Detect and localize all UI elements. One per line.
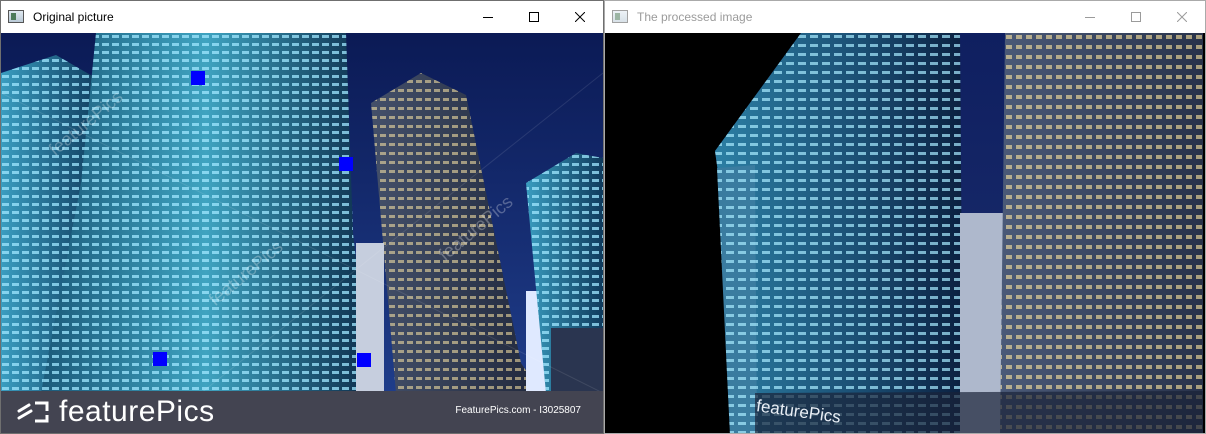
minimize-icon [1085,16,1095,18]
watermark-banner: featurePics FeaturePics.com - I3025807 [1,391,603,433]
window-controls [465,1,603,32]
featurepics-logo-icon [17,401,49,423]
original-image: featurePics featurePics featurePics feat… [1,33,603,433]
minimize-button[interactable] [465,1,511,32]
app-icon [612,10,628,23]
window-title: Original picture [33,9,114,24]
minimize-button[interactable] [1067,1,1113,32]
brand-name: featurePics [59,395,215,428]
warped-skyline-photo [715,33,1203,433]
maximize-icon [529,11,539,22]
close-button[interactable] [1159,1,1205,32]
processed-image-window: The processed image featurePics [604,0,1206,434]
corner-marker [339,157,353,171]
maximize-icon [1131,11,1141,22]
city-skyline-photo [1,33,603,393]
close-icon [575,11,585,22]
corner-marker [191,71,205,85]
corner-marker [357,353,371,367]
maximize-button[interactable] [511,1,557,32]
corner-marker [153,352,167,366]
processed-image: featurePics [605,33,1205,433]
original-picture-window: Original picture featurePics featurePics… [0,0,604,434]
maximize-button[interactable] [1113,1,1159,32]
app-icon [8,10,24,23]
close-button[interactable] [557,1,603,32]
window-title: The processed image [637,9,753,24]
close-icon [1177,11,1187,22]
title-bar[interactable]: The processed image [605,1,1205,32]
image-credit: FeaturePics.com - I3025807 [455,405,581,416]
window-controls [1067,1,1205,32]
minimize-icon [483,16,493,18]
title-bar[interactable]: Original picture [1,1,603,32]
